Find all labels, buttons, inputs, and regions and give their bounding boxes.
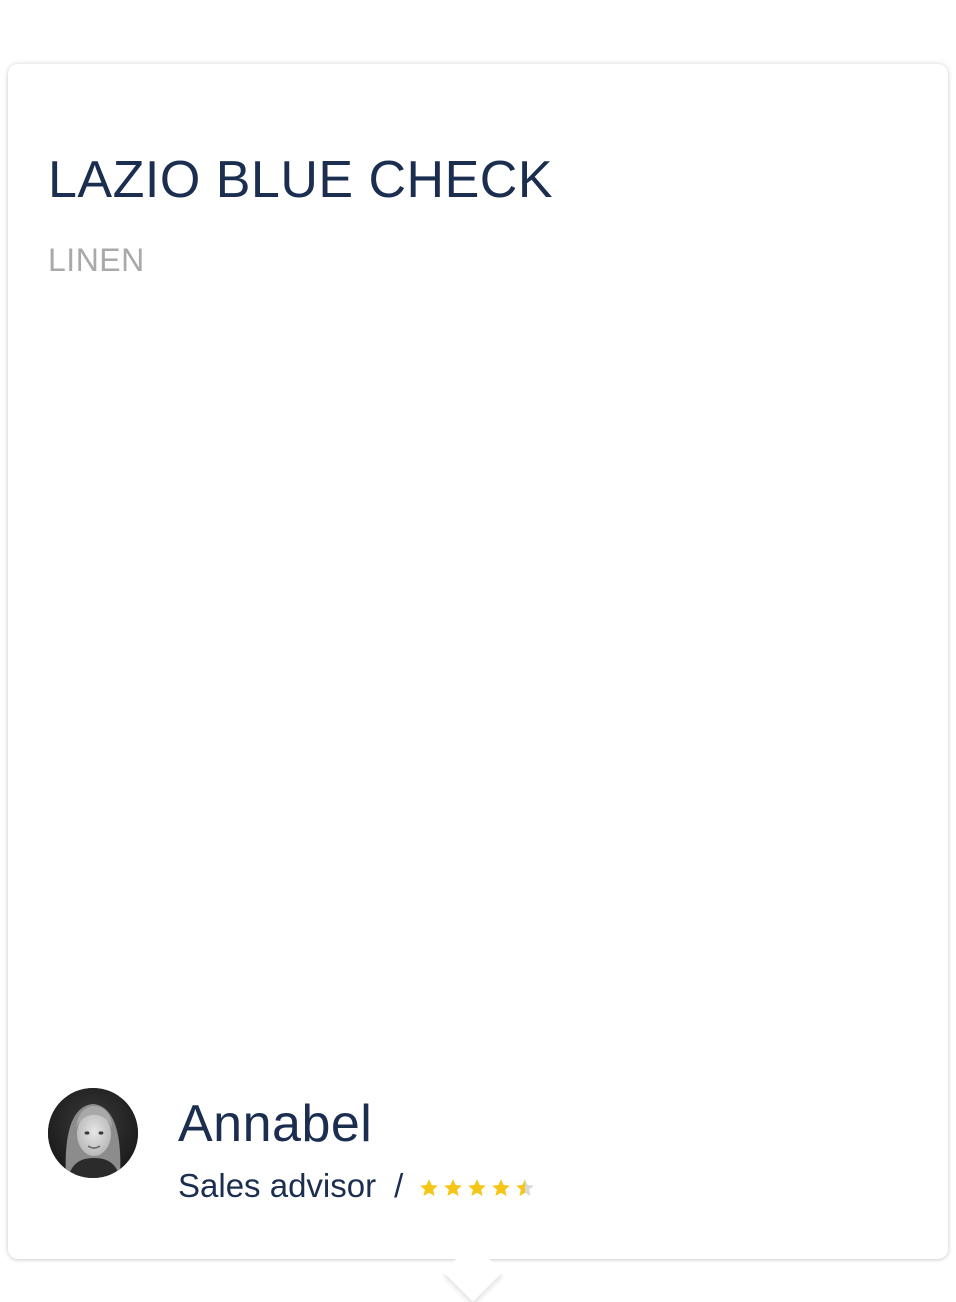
star-icon: [444, 1179, 463, 1196]
advisor-avatar: [48, 1088, 138, 1178]
product-card: [8, 64, 948, 1259]
advisor-name: Annabel: [178, 1095, 373, 1153]
advisor-rating: [419, 1178, 535, 1198]
role-separator: /: [394, 1167, 404, 1204]
advisor-block: Annabel Sales advisor /: [48, 1088, 908, 1208]
product-material: LINEN: [48, 242, 145, 278]
star-icon: [468, 1179, 487, 1196]
advisor-portrait-icon: [48, 1088, 138, 1178]
advisor-role-line: Sales advisor /: [178, 1166, 535, 1206]
advisor-role: Sales advisor: [178, 1167, 377, 1204]
star-icon: [420, 1179, 439, 1196]
product-title: LAZIO BLUE CHECK: [48, 151, 554, 209]
star-icon: [516, 1179, 535, 1196]
star-icon: [492, 1179, 511, 1196]
